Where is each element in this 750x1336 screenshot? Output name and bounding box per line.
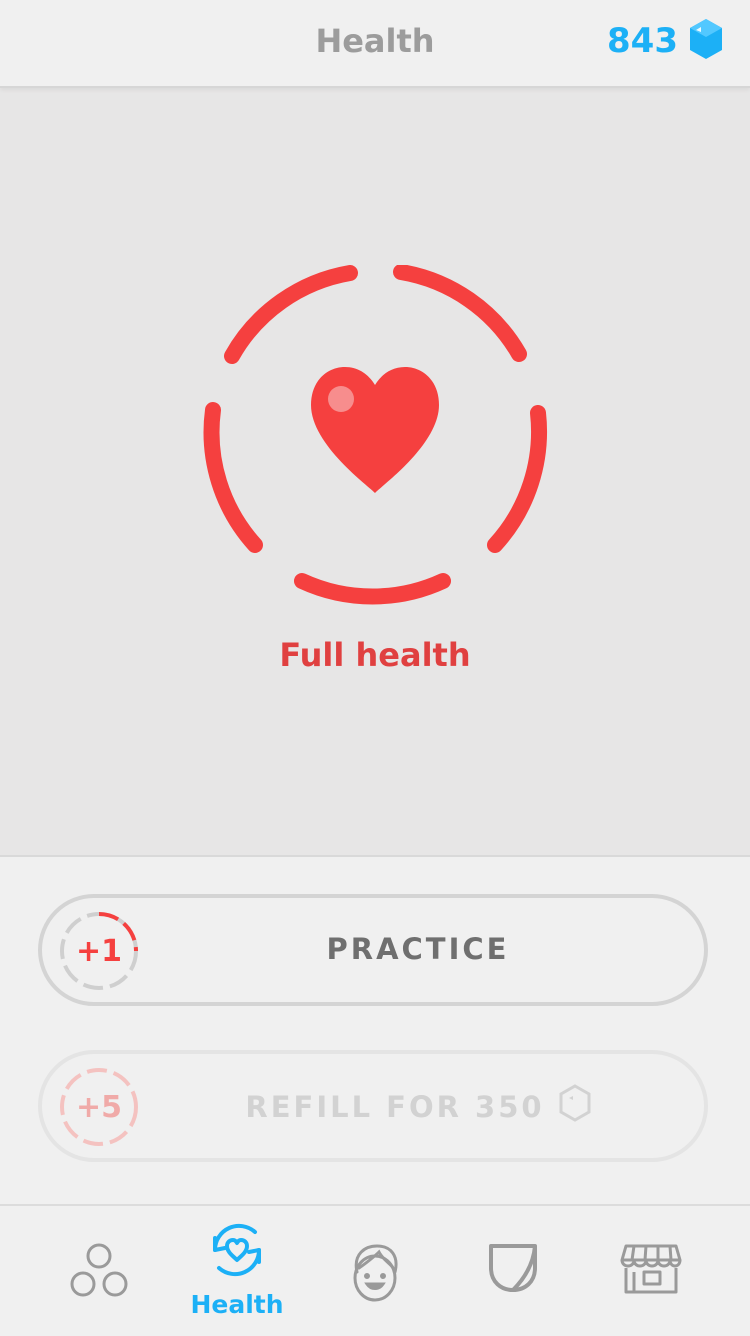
refill-badge: +5 [60, 1068, 138, 1146]
health-hero: Full health [0, 88, 750, 857]
health-segment-2 [393, 265, 527, 362]
practice-button[interactable]: +1 PRACTICE [38, 894, 708, 1006]
profile-face-icon [353, 1244, 398, 1302]
tab-learn[interactable] [24, 1206, 174, 1336]
health-segment-1 [224, 265, 358, 364]
tab-profile[interactable] [300, 1206, 450, 1336]
tab-health[interactable]: Health [162, 1206, 312, 1336]
league-shield-icon [489, 1244, 537, 1292]
gem-icon [688, 18, 724, 64]
tab-health-label: Health [190, 1290, 284, 1319]
health-segment-4 [294, 573, 451, 605]
gem-counter[interactable]: 843 [607, 18, 724, 64]
learn-circles-icon [70, 1243, 128, 1297]
refill-button[interactable]: +5 REFILL FOR 350 [38, 1050, 708, 1162]
health-refresh-icon [212, 1223, 262, 1277]
health-status-text: Full health [279, 636, 471, 674]
tab-leagues[interactable] [438, 1206, 588, 1336]
heart-icon [311, 367, 439, 493]
practice-badge: +1 [60, 912, 138, 990]
refill-button-label: REFILL FOR 350 [245, 1089, 545, 1124]
top-bar: Health 843 [0, 0, 750, 88]
gem-outline-icon [559, 1084, 591, 1129]
gem-count-value: 843 [607, 21, 678, 61]
bottom-tab-bar: Health [0, 1204, 750, 1336]
tab-shop[interactable] [576, 1206, 726, 1336]
refill-button-label-row: REFILL FOR 350 [132, 1084, 704, 1129]
shop-icon [620, 1244, 682, 1294]
practice-button-label: PRACTICE [326, 932, 510, 966]
health-ring [203, 265, 548, 605]
practice-badge-text: +1 [76, 934, 122, 969]
health-segment-5 [203, 402, 263, 553]
health-segment-3 [487, 405, 548, 553]
refill-badge-text: +5 [76, 1090, 122, 1125]
